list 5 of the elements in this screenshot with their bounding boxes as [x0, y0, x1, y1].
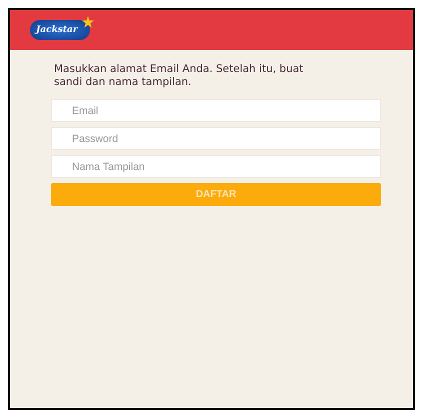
instructions-text: Masukkan alamat Email Anda. Setelah itu, buat sandi dan nama tampilan.	[54, 63, 304, 89]
input-field[interactable]: Email	[51, 99, 381, 122]
input-field[interactable]: Nama Tampilan	[51, 155, 381, 178]
star-icon	[82, 16, 94, 28]
input-field[interactable]: Password	[51, 127, 381, 150]
